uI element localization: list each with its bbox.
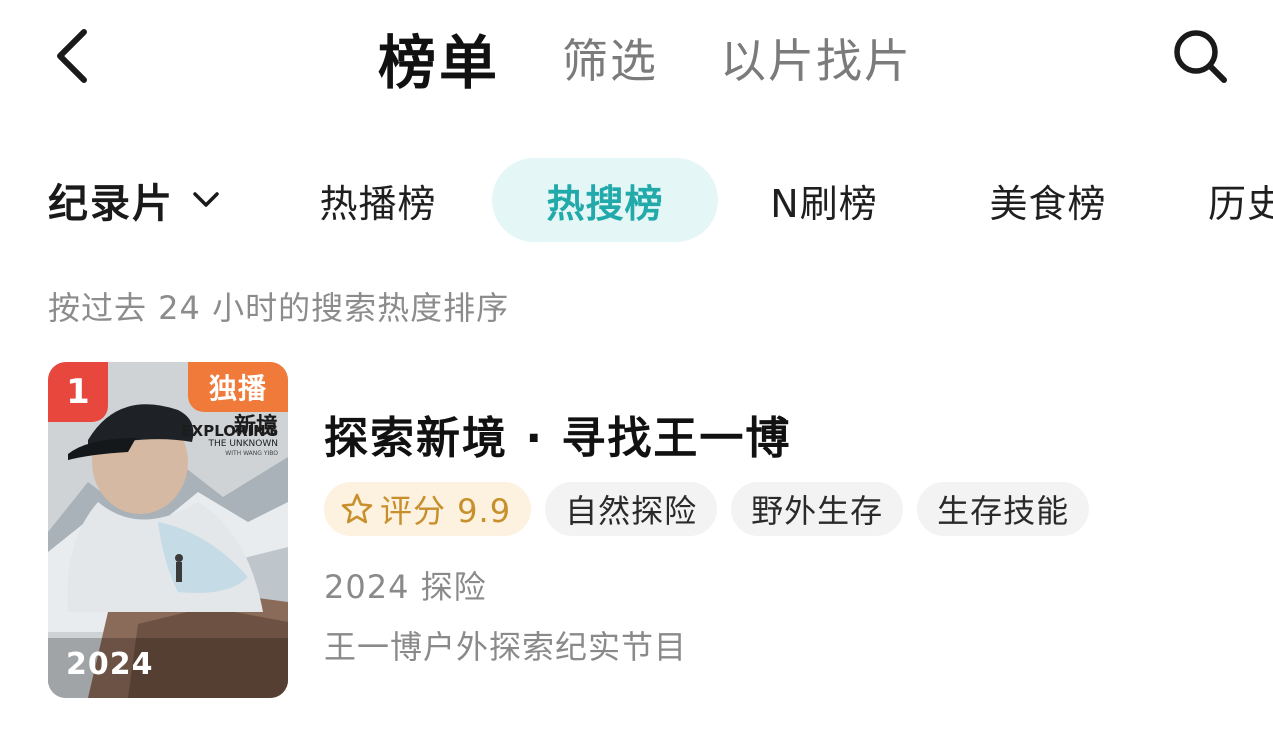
poster-image[interactable]: 1 独播 新境 EXPLORING THE UNKNOWN WITH WANG … bbox=[48, 362, 288, 698]
chip-history[interactable]: 历史 bbox=[1186, 158, 1273, 242]
genre-tag: 自然探险 bbox=[545, 482, 718, 536]
tab-find-similar[interactable]: 以片找片 bbox=[720, 25, 912, 91]
chevron-down-icon bbox=[192, 191, 220, 209]
search-button[interactable] bbox=[1166, 22, 1234, 90]
poster-title-en-line3: WITH WANG YIBO bbox=[225, 450, 278, 457]
poster-title-en-line1: EXPLORING bbox=[181, 422, 278, 440]
genre-tag: 野外生存 bbox=[731, 482, 904, 536]
year-genre-meta: 2024 探险 bbox=[324, 568, 487, 606]
item-description: 王一博户外探索纪实节目 bbox=[324, 628, 688, 666]
tag-list: 评分 9.9 自然探险 野外生存 生存技能 bbox=[324, 482, 1103, 536]
tab-ranking[interactable]: 榜单 bbox=[378, 16, 500, 100]
top-nav-bar: 榜单 筛选 以片找片 bbox=[0, 0, 1273, 118]
item-title[interactable]: 探索新境 · 寻找王一博 bbox=[324, 402, 791, 466]
chip-hot-search[interactable]: 热搜榜 bbox=[492, 158, 718, 242]
genre-tag: 生存技能 bbox=[917, 482, 1090, 536]
star-icon bbox=[340, 492, 374, 526]
exclusive-badge: 独播 bbox=[188, 362, 288, 412]
back-button[interactable] bbox=[40, 22, 104, 90]
category-dropdown-label: 纪录片 bbox=[48, 181, 174, 227]
rating-tag: 评分 9.9 bbox=[324, 482, 532, 536]
rank-badge: 1 bbox=[48, 362, 108, 422]
chip-food[interactable]: 美食榜 bbox=[962, 158, 1134, 242]
rating-label: 评分 9.9 bbox=[380, 492, 512, 530]
category-bar: 纪录片 热播榜 热搜榜 N刷榜 美食榜 历史 bbox=[0, 156, 1273, 244]
list-item[interactable]: 1 独播 新境 EXPLORING THE UNKNOWN WITH WANG … bbox=[0, 360, 1273, 700]
poster-year: 2024 bbox=[66, 647, 154, 682]
chip-hot-play[interactable]: 热播榜 bbox=[292, 158, 464, 242]
category-dropdown[interactable]: 纪录片 bbox=[48, 166, 220, 234]
tab-filter[interactable]: 筛选 bbox=[562, 25, 658, 91]
sort-hint-text: 按过去 24 小时的搜索热度排序 bbox=[48, 289, 510, 327]
top-tabs: 榜单 筛选 以片找片 bbox=[378, 18, 912, 98]
poster-title-en: EXPLORING THE UNKNOWN WITH WANG YIBO bbox=[158, 424, 278, 458]
poster-title-en-line2: THE UNKNOWN bbox=[208, 439, 278, 449]
chip-rewatch[interactable]: N刷榜 bbox=[742, 158, 906, 242]
search-icon bbox=[1174, 30, 1227, 83]
chevron-left-icon bbox=[57, 29, 87, 83]
